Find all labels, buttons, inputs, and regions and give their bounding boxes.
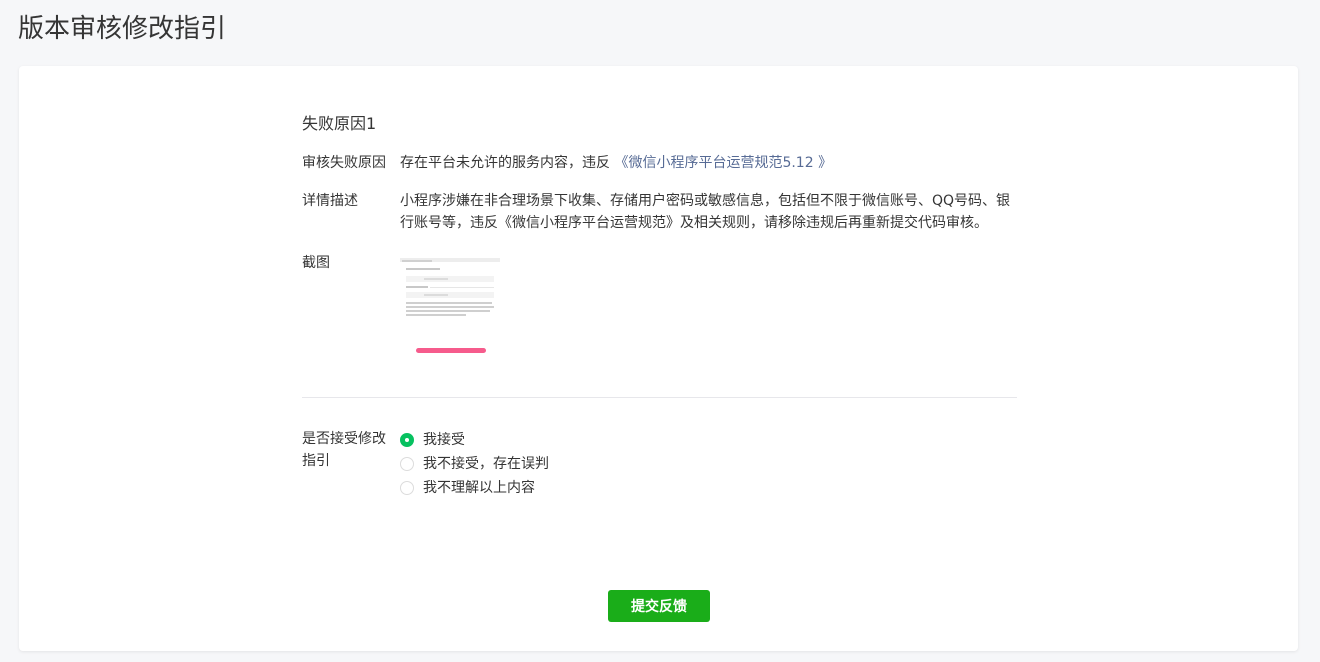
screenshot-pink-button xyxy=(416,348,486,353)
accept-label: 是否接受修改指引 xyxy=(302,431,386,469)
accept-options: 我接受 我不接受，存在误判 我不理解以上内容 xyxy=(400,428,549,500)
detail-label: 详情描述 xyxy=(302,193,358,209)
radio-unchecked-icon[interactable] xyxy=(400,457,414,471)
review-card: 失败原因1 审核失败原因 存在平台未允许的服务内容，违反 《微信小程序平台运营规… xyxy=(19,66,1298,651)
radio-accept[interactable]: 我接受 xyxy=(400,428,549,452)
detail-value: 小程序涉嫌在非合理场景下收集、存储用户密码或敏感信息，包括但不限于微信账号、QQ… xyxy=(400,193,1011,231)
radio-unclear-label: 我不理解以上内容 xyxy=(423,480,535,496)
reason-text: 存在平台未允许的服务内容，违反 xyxy=(400,155,615,171)
reason-value: 存在平台未允许的服务内容，违反 《微信小程序平台运营规范5.12 》 xyxy=(400,152,1017,174)
screenshot-label: 截图 xyxy=(302,255,330,271)
radio-unclear[interactable]: 我不理解以上内容 xyxy=(400,476,549,500)
screenshot-thumbnail[interactable] xyxy=(400,258,500,358)
radio-reject[interactable]: 我不接受，存在误判 xyxy=(400,452,549,476)
rule-link[interactable]: 《微信小程序平台运营规范5.12 》 xyxy=(614,155,832,171)
radio-accept-label: 我接受 xyxy=(423,432,465,448)
radio-checked-icon[interactable] xyxy=(400,433,414,447)
page-title: 版本审核修改指引 xyxy=(18,14,227,44)
reason-label: 审核失败原因 xyxy=(302,155,386,171)
section-divider xyxy=(302,397,1017,398)
radio-reject-label: 我不接受，存在误判 xyxy=(423,456,549,472)
submit-feedback-button[interactable]: 提交反馈 xyxy=(608,590,710,622)
failure-section-title: 失败原因1 xyxy=(302,114,377,133)
radio-unchecked-icon[interactable] xyxy=(400,481,414,495)
